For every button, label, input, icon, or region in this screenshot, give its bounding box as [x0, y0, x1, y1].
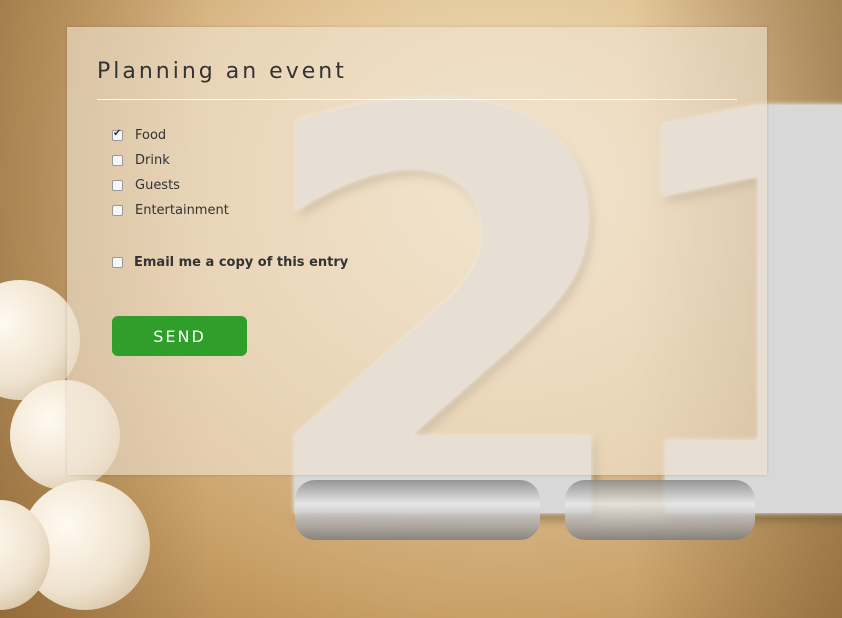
option-label: Guests	[135, 178, 180, 193]
email-copy-checkbox[interactable]	[112, 257, 123, 268]
email-copy-label: Email me a copy of this entry	[134, 255, 349, 270]
event-options-group: Food Drink Guests Entertainment	[112, 123, 229, 223]
option-food[interactable]: Food	[112, 123, 229, 148]
food-checkbox[interactable]	[112, 128, 123, 141]
option-entertainment[interactable]: Entertainment	[112, 198, 229, 223]
balloon-fringe	[565, 480, 755, 540]
option-label: Entertainment	[135, 203, 229, 218]
drink-checkbox[interactable]	[112, 155, 123, 166]
email-copy-option[interactable]: Email me a copy of this entry	[112, 255, 348, 270]
option-guests[interactable]: Guests	[112, 173, 229, 198]
form-title: Planning an event	[97, 59, 347, 84]
send-button[interactable]: SEND	[112, 316, 247, 356]
balloon-fringe	[295, 480, 540, 540]
option-label: Food	[135, 128, 167, 143]
event-form-panel: Planning an event Food Drink Guests Ente…	[67, 27, 767, 475]
option-label: Drink	[135, 153, 170, 168]
guests-checkbox[interactable]	[112, 180, 123, 191]
title-divider	[97, 99, 737, 100]
entertainment-checkbox[interactable]	[112, 205, 123, 216]
option-drink[interactable]: Drink	[112, 148, 229, 173]
